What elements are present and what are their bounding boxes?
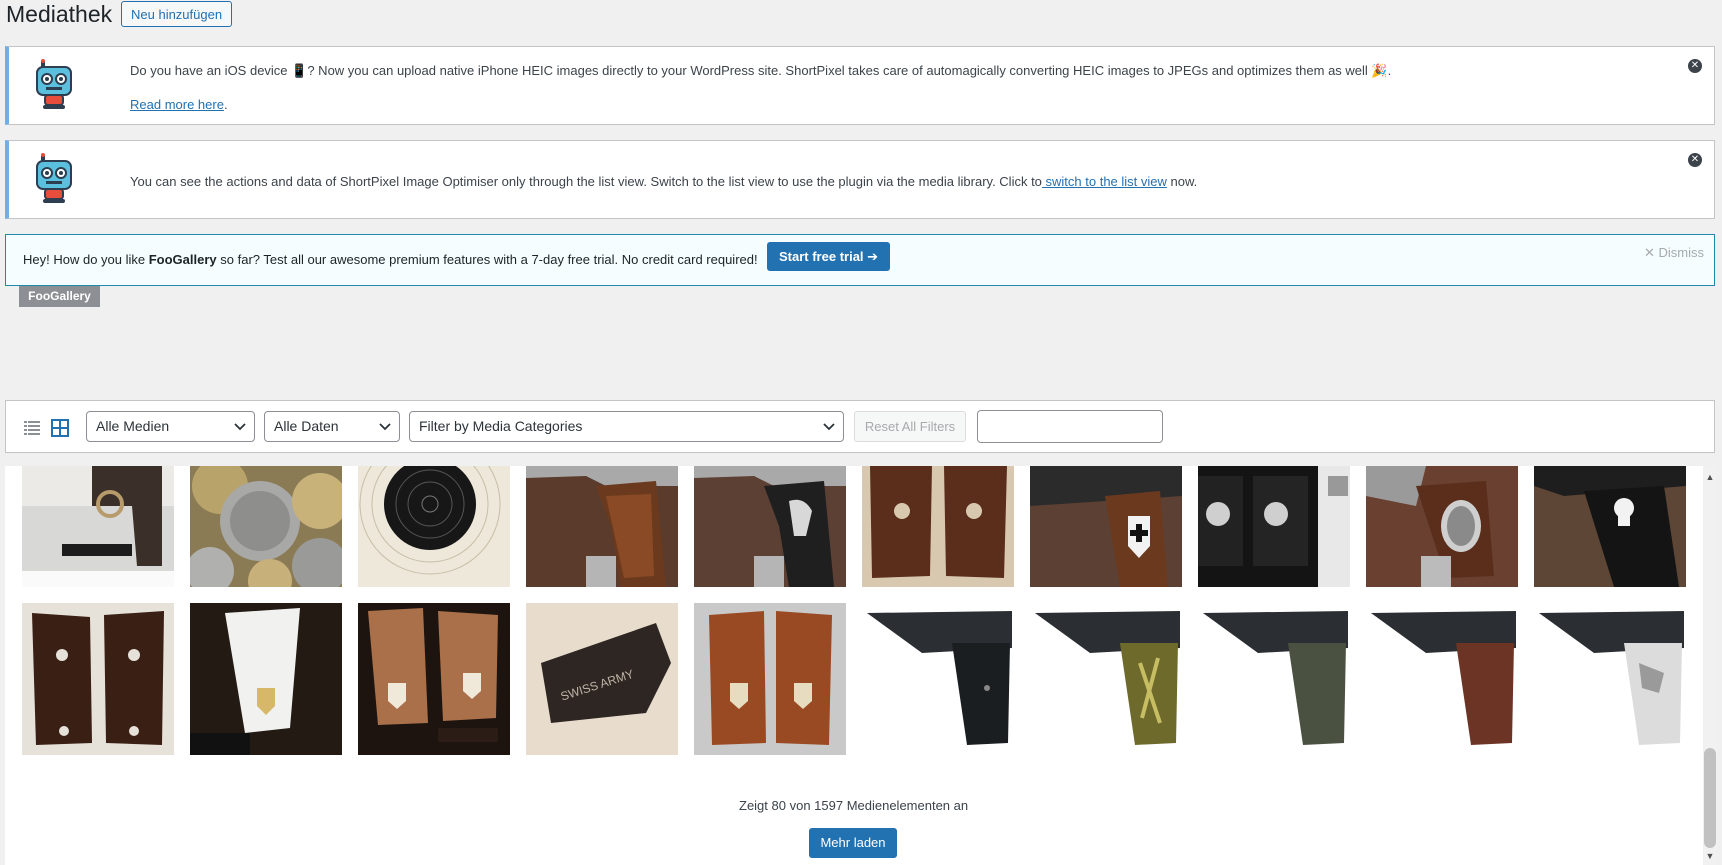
page-title: Mediathek	[6, 1, 113, 27]
foo-text-suffix: so far? Test all our awesome premium fea…	[216, 252, 758, 267]
switch-to-list-view-link[interactable]: switch to the list view	[1042, 174, 1167, 189]
media-thumbnail[interactable]	[694, 466, 846, 587]
media-thumbnail[interactable]	[22, 603, 174, 755]
media-toolbar: Alle Medien Alle Daten Filter by Media C…	[5, 400, 1715, 453]
shortpixel-robot-icon	[36, 59, 72, 109]
media-thumbnail[interactable]	[1030, 466, 1182, 587]
dismiss-button[interactable]: ✕ Dismiss	[1644, 245, 1704, 261]
scroll-up-icon[interactable]: ▲	[1704, 472, 1716, 482]
media-thumbnail[interactable]	[358, 603, 510, 755]
media-thumbnail[interactable]	[358, 466, 510, 587]
media-thumbnail[interactable]	[22, 466, 174, 587]
media-thumbnail[interactable]	[862, 603, 1014, 755]
media-type-select[interactable]: Alle Medien	[86, 411, 255, 442]
chevron-down-icon	[379, 423, 391, 431]
media-thumbnail[interactable]	[1534, 466, 1686, 587]
foogallery-notice-text: Hey! How do you like FooGallery so far? …	[23, 252, 758, 267]
media-count-text: Zeigt 80 von 1597 Medienelementen an	[739, 798, 969, 813]
media-thumbnail[interactable]	[190, 466, 342, 587]
scroll-down-icon[interactable]: ▼	[1704, 851, 1716, 861]
shortpixel-listview-notice: You can see the actions and data of Shor…	[5, 140, 1715, 219]
heic-notice-link-line: Read more here.	[130, 97, 228, 112]
load-more-button[interactable]: Mehr laden	[809, 828, 897, 858]
media-type-value: Alle Medien	[96, 418, 170, 434]
category-value: Filter by Media Categories	[419, 418, 583, 434]
read-more-suffix: .	[223, 97, 228, 112]
start-free-trial-button[interactable]: Start free trial ➔	[767, 242, 891, 271]
media-thumbnail[interactable]: SWISS ARMY	[526, 603, 678, 755]
close-icon[interactable]: ✕	[1688, 153, 1702, 167]
media-thumbnail[interactable]	[1030, 603, 1182, 755]
media-category-select[interactable]: Filter by Media Categories	[409, 411, 844, 442]
listview-text-after: now.	[1166, 174, 1198, 189]
dismiss-label: Dismiss	[1658, 245, 1705, 260]
list-view-icon[interactable]	[23, 419, 41, 437]
media-thumbnail[interactable]	[1366, 603, 1518, 755]
foo-text-prefix: Hey! How do you like	[23, 252, 149, 267]
listview-notice-text: You can see the actions and data of Shor…	[130, 174, 1197, 189]
media-thumbnail[interactable]	[1534, 603, 1686, 755]
media-thumbnail[interactable]	[1198, 603, 1350, 755]
close-icon: ✕	[1643, 245, 1655, 260]
read-more-link[interactable]: Read more here	[130, 97, 224, 112]
media-thumbnail[interactable]	[694, 603, 846, 755]
foogallery-badge: FooGallery	[19, 286, 100, 307]
date-select[interactable]: Alle Daten	[264, 411, 400, 442]
heic-notice-text: Do you have an iOS device 📱? Now you can…	[130, 63, 1392, 78]
media-thumbnail[interactable]	[1366, 466, 1518, 587]
grid-view-icon[interactable]	[51, 419, 69, 437]
shortpixel-robot-icon	[36, 153, 72, 203]
foogallery-trial-notice: Hey! How do you like FooGallery so far? …	[5, 234, 1715, 286]
media-thumbnail[interactable]	[862, 466, 1014, 587]
reset-filters-button[interactable]: Reset All Filters	[854, 411, 966, 442]
search-input[interactable]	[977, 410, 1163, 443]
listview-text-before: You can see the actions and data of Shor…	[130, 174, 1042, 189]
scrollbar-thumb[interactable]	[1704, 748, 1716, 848]
chevron-down-icon	[823, 423, 835, 431]
chevron-down-icon	[234, 423, 246, 431]
close-icon[interactable]: ✕	[1688, 59, 1702, 73]
media-thumbnail[interactable]	[1198, 466, 1350, 587]
media-thumbnail[interactable]	[526, 466, 678, 587]
foo-brand: FooGallery	[148, 252, 217, 267]
date-value: Alle Daten	[274, 418, 339, 434]
add-new-button[interactable]: Neu hinzufügen	[121, 1, 233, 27]
media-thumbnail[interactable]	[190, 603, 342, 755]
shortpixel-heic-notice: Do you have an iOS device 📱? Now you can…	[5, 46, 1715, 125]
